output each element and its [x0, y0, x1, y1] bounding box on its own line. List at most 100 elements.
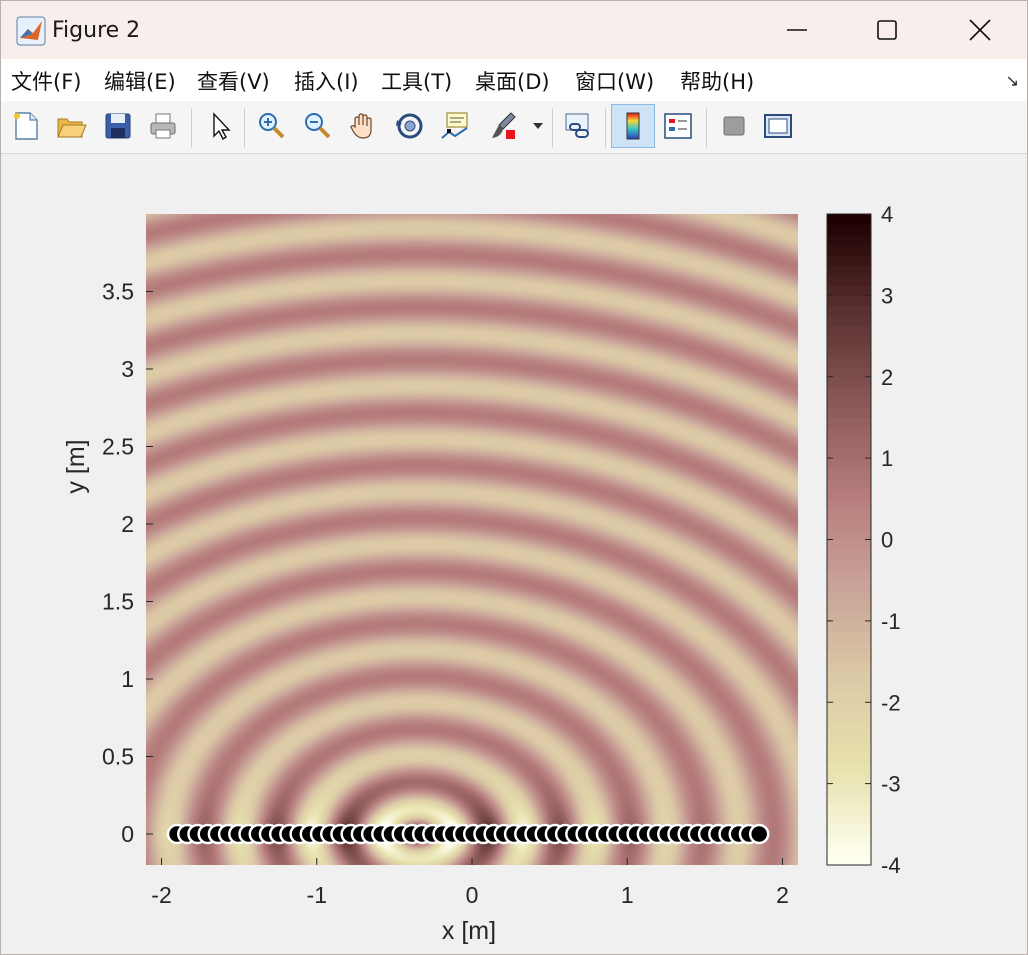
colorbar-swatch: [827, 397, 871, 408]
menu-help[interactable]: 帮助(H): [680, 66, 754, 96]
colorbar-swatch: [827, 519, 871, 530]
colorbar-swatch: [827, 712, 871, 724]
matlab-icon: [16, 16, 46, 46]
colorbar-swatch: [827, 264, 871, 276]
new-figure-icon: [14, 112, 38, 140]
edit-plot-pointer-icon: [213, 112, 231, 141]
colorbar-swatch: [827, 234, 871, 246]
colorbar-swatch: [827, 763, 871, 775]
colorbar-tick-label: -4: [881, 853, 901, 878]
brush-dropdown-button[interactable]: [528, 107, 548, 145]
colorbar-swatch: [827, 366, 871, 378]
print-button[interactable]: [144, 107, 182, 145]
hide-plot-tools-icon: [723, 116, 745, 136]
colorbar-swatch: [827, 814, 871, 825]
menu-bar: 文件(F) 编辑(E) 查看(V) 插入(I) 工具(T) 桌面(D) 窗口(W…: [1, 59, 1027, 102]
heatmap-plot[interactable]: -2 -1 0 1 2 0 0.5 1 1.5 2 2.5 3 3.5 x [m] y [m] 4 3 2 1 0 -…: [1, 154, 1027, 954]
colorbar[interactable]: 4 3 2 1 0 -1 -2 -3 -4: [826, 202, 901, 878]
data-cursor-button[interactable]: [436, 107, 474, 145]
colorbar-swatch: [827, 295, 871, 307]
x-axis-label: x [m]: [442, 917, 496, 945]
minimize-icon: [787, 29, 807, 31]
menu-desktop[interactable]: 桌面(D): [475, 66, 550, 96]
colorbar-tick-label: 2: [881, 365, 893, 390]
colorbar-swatch: [827, 641, 871, 652]
maximize-button[interactable]: [841, 1, 933, 59]
colorbar-swatch: [827, 468, 871, 480]
y-axis-label: y [m]: [62, 439, 90, 493]
colorbar-swatch: [827, 549, 871, 561]
colorbar-swatch: [827, 427, 871, 439]
colorbar-swatch: [827, 570, 871, 581]
close-icon: [969, 19, 991, 41]
colorbar-swatch: [827, 651, 871, 663]
maximize-icon: [877, 20, 897, 40]
colorbar-swatch: [827, 417, 871, 429]
colorbar-swatch: [827, 275, 871, 286]
colorbar-swatch: [827, 631, 871, 642]
y-tick-label: 3: [121, 356, 134, 382]
menu-insert[interactable]: 插入(I): [294, 66, 359, 96]
colorbar-swatch: [827, 742, 871, 754]
y-tick-label: 3.5: [102, 279, 134, 305]
zoom-out-icon: [305, 113, 331, 139]
y-tick-label: 0: [121, 821, 134, 847]
colorbar-swatch: [827, 834, 871, 846]
colorbar-swatch: [827, 732, 871, 744]
x-tick-label: 1: [621, 882, 634, 908]
pan-button[interactable]: [344, 107, 382, 145]
link-plot-button[interactable]: [559, 107, 597, 145]
hide-plot-tools-button[interactable]: [715, 107, 753, 145]
minimize-button[interactable]: [751, 1, 843, 59]
open-file-button[interactable]: [52, 107, 90, 145]
toolbar-separator: [244, 108, 245, 148]
pan-hand-icon: [350, 113, 372, 139]
new-figure-button[interactable]: [7, 107, 45, 145]
colorbar-swatch: [827, 508, 871, 520]
colorbar-swatch: [827, 254, 871, 266]
title-bar: Figure 2: [1, 1, 1027, 59]
edit-plot-button[interactable]: [201, 107, 239, 145]
toolbar-separator: [706, 108, 707, 148]
colorbar-swatch: [827, 376, 871, 388]
colorbar-swatch: [827, 325, 871, 337]
insert-legend-button[interactable]: [659, 107, 697, 145]
show-plot-tools-button[interactable]: [759, 107, 797, 145]
colorbar-swatch: [827, 692, 871, 703]
zoom-in-button[interactable]: [252, 107, 290, 145]
menu-edit[interactable]: 编辑(E): [104, 66, 176, 96]
field-raster: [146, 214, 798, 865]
x-tick-label: 0: [466, 882, 479, 908]
colorbar-swatch: [827, 824, 871, 836]
zoom-out-button[interactable]: [298, 107, 336, 145]
colorbar-swatch: [827, 458, 871, 469]
colorbar-swatch: [827, 661, 871, 673]
menu-dock-arrow-icon[interactable]: ↘: [1006, 71, 1019, 91]
colorbar-swatch: [827, 620, 871, 632]
colorbar-tick-label: 0: [881, 528, 893, 553]
figure-window: Figure 2 文件(F) 编辑(E) 查看(V) 插入(I) 工具(T) 桌…: [0, 0, 1028, 955]
menu-window[interactable]: 窗口(W): [575, 66, 654, 96]
menu-view[interactable]: 查看(V): [197, 66, 270, 96]
colorbar-tick-label: -1: [881, 609, 901, 634]
colorbar-swatch: [827, 346, 871, 358]
menu-tools[interactable]: 工具(T): [381, 66, 452, 96]
y-tick-label: 2.5: [102, 434, 134, 460]
x-tick-label: -2: [151, 882, 171, 908]
save-button[interactable]: [99, 107, 137, 145]
colorbar-swatch: [827, 681, 871, 693]
colorbar-swatch: [827, 722, 871, 734]
window-title: Figure 2: [52, 18, 141, 43]
colorbar-swatch: [827, 386, 871, 398]
rotate-3d-button[interactable]: [391, 107, 429, 145]
y-tick-label: 1.5: [102, 589, 134, 615]
colorbar-swatch: [827, 844, 871, 856]
colorbar-swatch: [827, 407, 871, 419]
figure-canvas: -2 -1 0 1 2 0 0.5 1 1.5 2 2.5 3 3.5 x [m] y [m] 4 3 2 1 0 -…: [1, 154, 1027, 954]
colorbar-swatch: [827, 803, 871, 815]
colorbar-swatch: [827, 600, 871, 612]
insert-colorbar-button[interactable]: [611, 104, 655, 148]
brush-button[interactable]: [484, 107, 522, 145]
close-button[interactable]: [934, 1, 1026, 59]
menu-file[interactable]: 文件(F): [11, 66, 81, 96]
